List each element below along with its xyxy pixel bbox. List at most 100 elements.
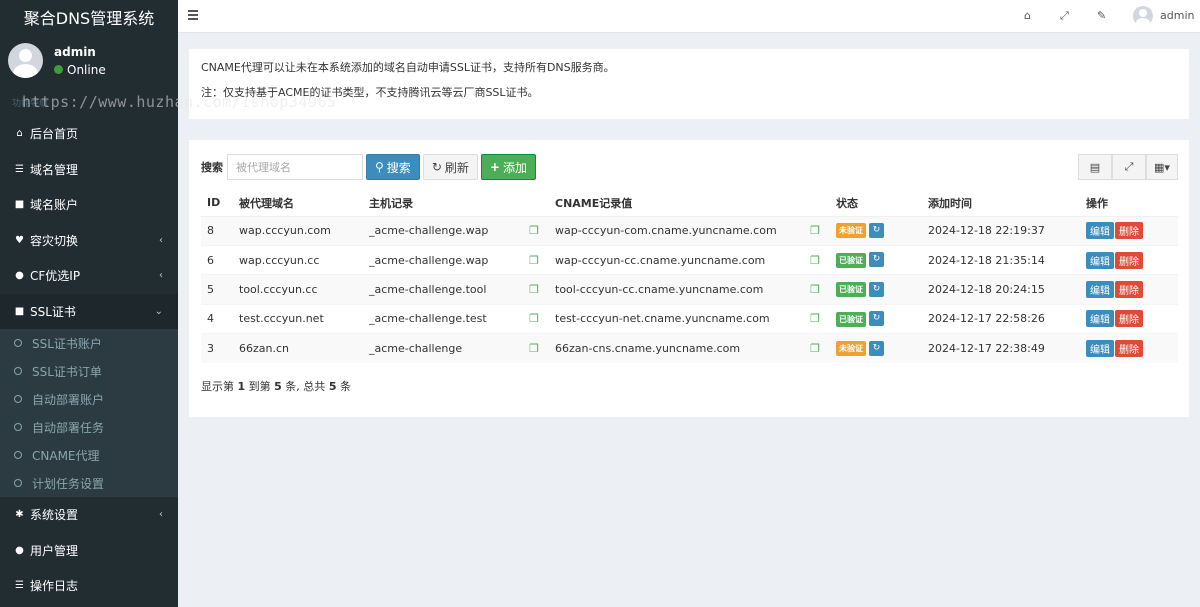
lock-icon: ■ bbox=[14, 199, 25, 211]
copy-icon[interactable]: ❐ bbox=[529, 283, 539, 296]
copy-icon[interactable]: ❐ bbox=[810, 342, 820, 355]
sidebar-item-domain-accounts[interactable]: ■ 域名账户 bbox=[0, 187, 178, 223]
delete-button[interactable]: 删除 bbox=[1115, 222, 1143, 240]
cell-time: 2024-12-18 20:24:15 bbox=[922, 274, 1080, 305]
copy-icon[interactable]: ❐ bbox=[810, 312, 820, 325]
copy-icon[interactable]: ❐ bbox=[810, 254, 820, 267]
verify-refresh-icon[interactable]: ↻ bbox=[869, 252, 884, 268]
edit-button[interactable]: 编辑 bbox=[1086, 251, 1114, 269]
sidebar-item-logs[interactable]: ☰ 操作日志 bbox=[0, 568, 178, 604]
column-header[interactable]: CNAME记录值 bbox=[549, 190, 830, 217]
cell-cname: wap-cccyun-cc.cname.yuncname.com bbox=[555, 253, 766, 267]
refresh-button[interactable]: ↻ 刷新 bbox=[422, 154, 478, 180]
cell-time: 2024-12-17 22:58:26 bbox=[922, 303, 1080, 334]
column-header[interactable]: ID bbox=[201, 190, 233, 217]
copy-icon[interactable]: ❐ bbox=[810, 224, 820, 237]
list-icon: ☰ bbox=[15, 163, 24, 175]
info-notice: CNAME代理可以让未在本系统添加的域名自动申请SSL证书，支持所有DNS服务商… bbox=[189, 47, 1189, 119]
table-row: 4 test.cccyun.net _acme-challenge.test ❐ … bbox=[201, 303, 1178, 334]
edit-button[interactable]: 编辑 bbox=[1086, 222, 1114, 240]
column-header[interactable]: 被代理域名 bbox=[233, 190, 363, 217]
verify-refresh-icon[interactable]: ↻ bbox=[869, 281, 884, 297]
cell-time: 2024-12-18 22:19:37 bbox=[922, 215, 1080, 246]
cell-id: 5 bbox=[201, 274, 233, 305]
table-row: 3 66zan.cn _acme-challenge ❐ 66zan-cns.cn… bbox=[201, 333, 1178, 363]
chevron-down-icon: ⌄ bbox=[154, 305, 163, 317]
search-button[interactable]: ⚲ 搜索 bbox=[366, 154, 420, 180]
edit-button[interactable]: 编辑 bbox=[1086, 340, 1114, 357]
topbar-user-name[interactable]: admin bbox=[1160, 9, 1194, 22]
copy-icon[interactable]: ❐ bbox=[529, 254, 539, 267]
cell-domain: wap.cccyun.com bbox=[233, 215, 363, 246]
search-label: 搜索 bbox=[201, 161, 223, 174]
avatar bbox=[8, 43, 43, 78]
sidebar-item-ssl[interactable]: ■ SSL证书 ⌄ bbox=[0, 293, 178, 329]
sidebar-item-domains[interactable]: ☰ 域名管理 bbox=[0, 152, 178, 188]
table-tools: ▤ ⤢ ▦▾ bbox=[1078, 154, 1178, 180]
circle-icon bbox=[14, 339, 22, 347]
copy-icon[interactable]: ❐ bbox=[529, 342, 539, 355]
notice-line: 注：仅支持基于ACME的证书类型，不支持腾讯云等云厂商SSL证书。 bbox=[201, 86, 539, 99]
notice-line: CNAME代理可以让未在本系统添加的域名自动申请SSL证书，支持所有DNS服务商… bbox=[201, 61, 615, 74]
sidebar-subitem-cname-proxy[interactable]: CNAME代理 bbox=[0, 441, 178, 469]
cell-domain: tool.cccyun.cc bbox=[233, 274, 363, 305]
card-view-icon[interactable]: ▤ bbox=[1078, 154, 1112, 180]
verify-refresh-icon[interactable]: ↻ bbox=[869, 311, 884, 327]
delete-button[interactable]: 删除 bbox=[1115, 340, 1143, 357]
cell-time: 2024-12-18 21:35:14 bbox=[922, 244, 1080, 275]
chevron-left-icon: ‹ bbox=[159, 234, 163, 246]
sidebar-item-dashboard[interactable]: ⌂ 后台首页 bbox=[0, 116, 178, 152]
search-toolbar: 搜索 ⚲搜索 ↻刷新 +添加 bbox=[201, 154, 536, 180]
add-button[interactable]: + 添加 bbox=[480, 154, 536, 180]
menu-toggle-icon[interactable] bbox=[188, 10, 198, 22]
table-header-row: ID 被代理域名 主机记录 CNAME记录值 状态 添加时间 操作 bbox=[201, 190, 1178, 217]
heartbeat-icon: ♥ bbox=[15, 234, 24, 246]
home-icon: ⌂ bbox=[16, 128, 23, 140]
home-icon[interactable]: ⌂ bbox=[1024, 9, 1031, 22]
sidebar-subitem-ssl-accounts[interactable]: SSL证书账户 bbox=[0, 329, 178, 357]
avatar[interactable] bbox=[1133, 6, 1153, 26]
refresh-icon: ↻ bbox=[431, 160, 442, 174]
column-header[interactable]: 操作 bbox=[1080, 190, 1178, 217]
wrench-icon[interactable]: ✎ bbox=[1097, 9, 1106, 22]
column-header[interactable]: 添加时间 bbox=[922, 190, 1080, 217]
user-icon: ● bbox=[15, 544, 24, 556]
sidebar-subitem-cron[interactable]: 计划任务设置 bbox=[0, 469, 178, 497]
sidebar-item-users[interactable]: ● 用户管理 bbox=[0, 533, 178, 569]
user-status: Online bbox=[54, 63, 106, 77]
cell-cname: test-cccyun-net.cname.yuncname.com bbox=[555, 312, 770, 326]
cell-time: 2024-12-17 22:38:49 bbox=[922, 333, 1080, 363]
sidebar-subitem-deploy-tasks[interactable]: 自动部署任务 bbox=[0, 413, 178, 441]
cell-id: 3 bbox=[201, 333, 233, 363]
verify-refresh-icon[interactable]: ↻ bbox=[869, 222, 884, 238]
edit-button[interactable]: 编辑 bbox=[1086, 310, 1114, 328]
delete-button[interactable]: 删除 bbox=[1115, 280, 1143, 298]
sidebar-subitem-ssl-orders[interactable]: SSL证书订单 bbox=[0, 357, 178, 385]
fullscreen-icon[interactable]: ⤢ bbox=[1060, 9, 1069, 23]
status-badge: 已验证 bbox=[836, 282, 866, 298]
sidebar-item-settings[interactable]: ✱ 系统设置 ‹ bbox=[0, 497, 178, 533]
delete-button[interactable]: 删除 bbox=[1115, 310, 1143, 328]
copy-icon[interactable]: ❐ bbox=[810, 283, 820, 296]
sidebar-item-cf-ip[interactable]: ● CF优选IP ‹ bbox=[0, 258, 178, 294]
fullscreen-icon[interactable]: ⤢ bbox=[1112, 154, 1146, 180]
lock-icon: ■ bbox=[14, 305, 25, 317]
top-navbar: ⌂ ⤢ ✎ admin bbox=[178, 0, 1200, 33]
plus-icon: + bbox=[489, 160, 500, 174]
search-input[interactable] bbox=[227, 154, 363, 180]
columns-icon[interactable]: ▦▾ bbox=[1146, 154, 1178, 180]
verify-refresh-icon[interactable]: ↻ bbox=[869, 340, 884, 356]
online-dot-icon bbox=[54, 65, 63, 74]
sidebar-subitem-deploy-accounts[interactable]: 自动部署账户 bbox=[0, 385, 178, 413]
copy-icon[interactable]: ❐ bbox=[529, 312, 539, 325]
app-logo[interactable]: 聚合DNS管理系统 bbox=[0, 0, 178, 33]
search-icon: ⚲ bbox=[375, 160, 384, 174]
column-header[interactable]: 状态 bbox=[830, 190, 922, 217]
sidebar-item-failover[interactable]: ♥ 容灾切换 ‹ bbox=[0, 223, 178, 259]
column-header[interactable]: 主机记录 bbox=[363, 190, 549, 217]
cname-table: ID 被代理域名 主机记录 CNAME记录值 状态 添加时间 操作 8 wap.… bbox=[201, 190, 1178, 363]
delete-button[interactable]: 删除 bbox=[1115, 251, 1143, 269]
cell-host: _acme-challenge.wap bbox=[369, 253, 489, 267]
edit-button[interactable]: 编辑 bbox=[1086, 280, 1114, 298]
copy-icon[interactable]: ❐ bbox=[529, 224, 539, 237]
